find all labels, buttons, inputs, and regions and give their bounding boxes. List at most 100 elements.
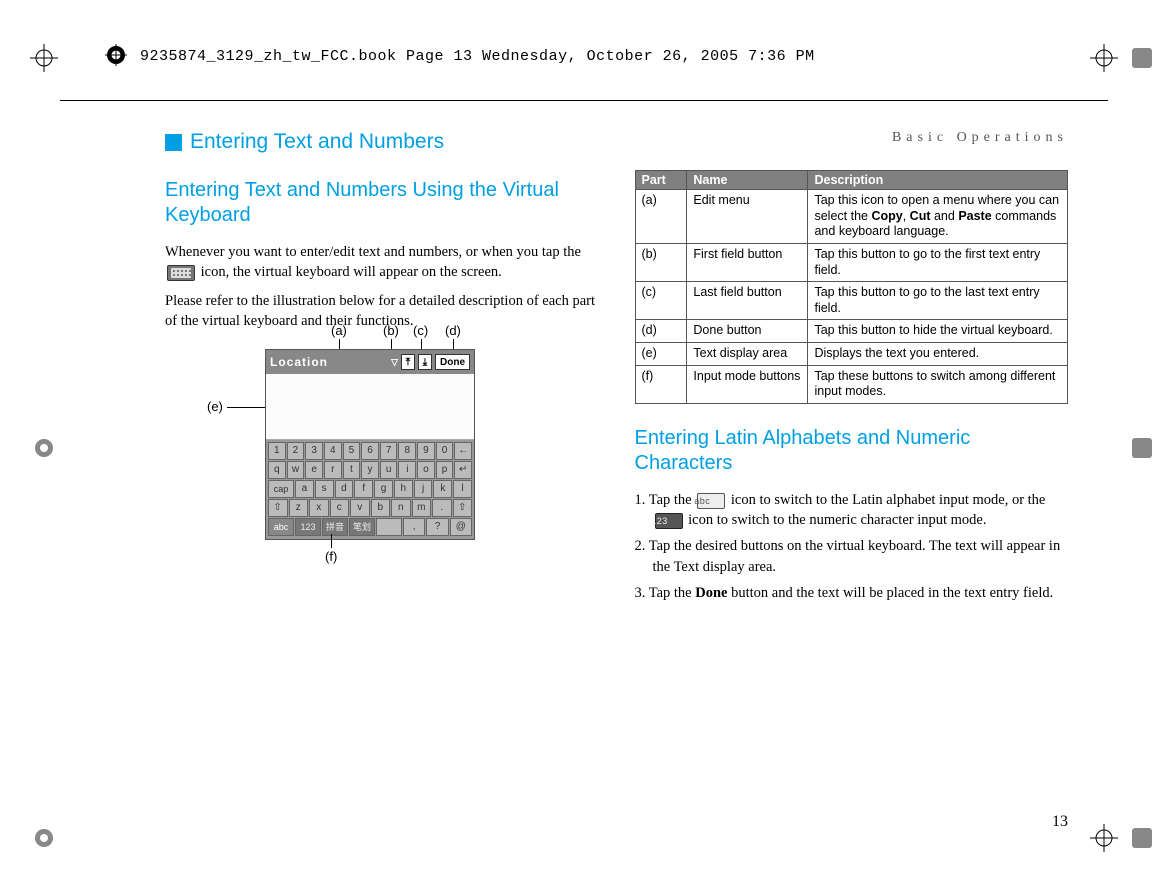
th-name: Name <box>687 171 808 190</box>
cell-part: (f) <box>635 365 687 403</box>
th-desc: Description <box>808 171 1068 190</box>
cell-desc: Tap this icon to open a menu where you c… <box>808 190 1068 244</box>
cell-part: (c) <box>635 282 687 320</box>
done-button: Done <box>435 354 470 370</box>
cell-part: (b) <box>635 243 687 281</box>
key: 0 <box>436 442 454 460</box>
callout-f: (f) <box>325 549 337 564</box>
key: d <box>335 480 354 498</box>
key: 1 <box>268 442 286 460</box>
table-row: (c)Last field buttonTap this button to g… <box>635 282 1068 320</box>
key: s <box>315 480 334 498</box>
keyboard-keys: 1234567890← qwertyuiop↵ capasdfghjkl ⇧zx… <box>266 440 474 539</box>
text-display-area <box>266 374 474 440</box>
key: 笔划 <box>349 518 375 536</box>
crop-mark-bl <box>30 824 58 852</box>
cell-name: Edit menu <box>687 190 808 244</box>
key: 4 <box>324 442 342 460</box>
key: m <box>412 499 432 517</box>
key: . <box>432 499 452 517</box>
key: r <box>324 461 342 479</box>
key: cap <box>268 480 294 498</box>
crop-line-top <box>60 100 1108 101</box>
key: 3 <box>305 442 323 460</box>
color-bar-bot <box>1128 824 1156 852</box>
key: 5 <box>343 442 361 460</box>
crop-mark-ml <box>30 434 58 462</box>
key: g <box>374 480 393 498</box>
cell-desc: Tap this button to go to the first text … <box>808 243 1068 281</box>
key: 8 <box>398 442 416 460</box>
cell-part: (e) <box>635 343 687 366</box>
framemaker-header: 9235874_3129_zh_tw_FCC.book Page 13 Wedn… <box>140 48 815 65</box>
subsection-heading-2: Entering Latin Alphabets and Numeric Cha… <box>635 426 1069 476</box>
key: 9 <box>417 442 435 460</box>
step-3: 3. Tap the Done button and the text will… <box>635 583 1069 603</box>
key: j <box>414 480 433 498</box>
table-row: (d)Done buttonTap this button to hide th… <box>635 320 1068 343</box>
key: f <box>354 480 373 498</box>
cell-name: Text display area <box>687 343 808 366</box>
right-column: Basic Operations Part Name Description (… <box>635 130 1069 786</box>
key <box>376 518 402 536</box>
left-column: Entering Text and Numbers Entering Text … <box>165 130 599 786</box>
crop-mark-br <box>1090 824 1118 852</box>
step-2: 2. Tap the desired buttons on the virtua… <box>635 536 1069 577</box>
vk-titlebar: Location ▽ ⤒ ⤓ Done <box>266 350 474 374</box>
key: 6 <box>361 442 379 460</box>
section-heading-text: Entering Text and Numbers <box>190 130 444 154</box>
color-bar-top <box>1128 44 1156 72</box>
key: b <box>371 499 391 517</box>
key: c <box>330 499 350 517</box>
key: h <box>394 480 413 498</box>
subsection-heading-1: Entering Text and Numbers Using the Virt… <box>165 178 599 228</box>
key: x <box>309 499 329 517</box>
table-row: (a)Edit menuTap this icon to open a menu… <box>635 190 1068 244</box>
callout-line-f <box>331 534 332 548</box>
cell-part: (d) <box>635 320 687 343</box>
th-part: Part <box>635 171 687 190</box>
steps-list: 1. Tap the icon to switch to the Latin a… <box>635 490 1069 603</box>
key: q <box>268 461 286 479</box>
key: 拼音 <box>322 518 348 536</box>
callout-c: (c) <box>413 323 428 338</box>
vk-title: Location <box>270 355 388 369</box>
key: ↵ <box>454 461 472 479</box>
table-row: (f)Input mode buttonsTap these buttons t… <box>635 365 1068 403</box>
key: ⇧ <box>268 499 288 517</box>
key: n <box>391 499 411 517</box>
key: 7 <box>380 442 398 460</box>
intro-paragraph-1: Whenever you want to enter/edit text and… <box>165 242 599 283</box>
virtual-keyboard-figure: (a) (b) (c) (d) Location ▽ ⤒ ⤓ Done 1 <box>265 349 525 540</box>
key: t <box>343 461 361 479</box>
key: 123 <box>295 518 321 536</box>
section-bullet-icon <box>165 134 182 151</box>
callout-a: (a) <box>331 323 347 338</box>
cell-desc: Tap this button to hide the virtual keyb… <box>808 320 1068 343</box>
virtual-keyboard-illustration: Location ▽ ⤒ ⤓ Done 1234567890← qwertyui… <box>265 349 475 540</box>
key: y <box>361 461 379 479</box>
running-head: Basic Operations <box>635 130 1069 146</box>
table-row: (e)Text display areaDisplays the text yo… <box>635 343 1068 366</box>
color-bar-mid <box>1128 434 1156 462</box>
crop-mark-tl <box>30 44 58 72</box>
key: @ <box>450 518 472 536</box>
page-content: Entering Text and Numbers Entering Text … <box>165 130 1068 786</box>
key: e <box>305 461 323 479</box>
key: ← <box>454 442 472 460</box>
cell-desc: Tap this button to go to the last text e… <box>808 282 1068 320</box>
parts-table: Part Name Description (a)Edit menuTap th… <box>635 170 1069 404</box>
callout-e: (e) <box>207 399 223 414</box>
key: a <box>295 480 314 498</box>
cell-name: Input mode buttons <box>687 365 808 403</box>
cell-name: Last field button <box>687 282 808 320</box>
key: u <box>380 461 398 479</box>
first-field-button: ⤒ <box>401 354 415 370</box>
callout-d: (d) <box>445 323 461 338</box>
key: o <box>417 461 435 479</box>
key: ⇧ <box>453 499 473 517</box>
key: w <box>287 461 305 479</box>
page-number: 13 <box>1052 813 1068 831</box>
table-row: (b)First field buttonTap this button to … <box>635 243 1068 281</box>
key: k <box>433 480 452 498</box>
